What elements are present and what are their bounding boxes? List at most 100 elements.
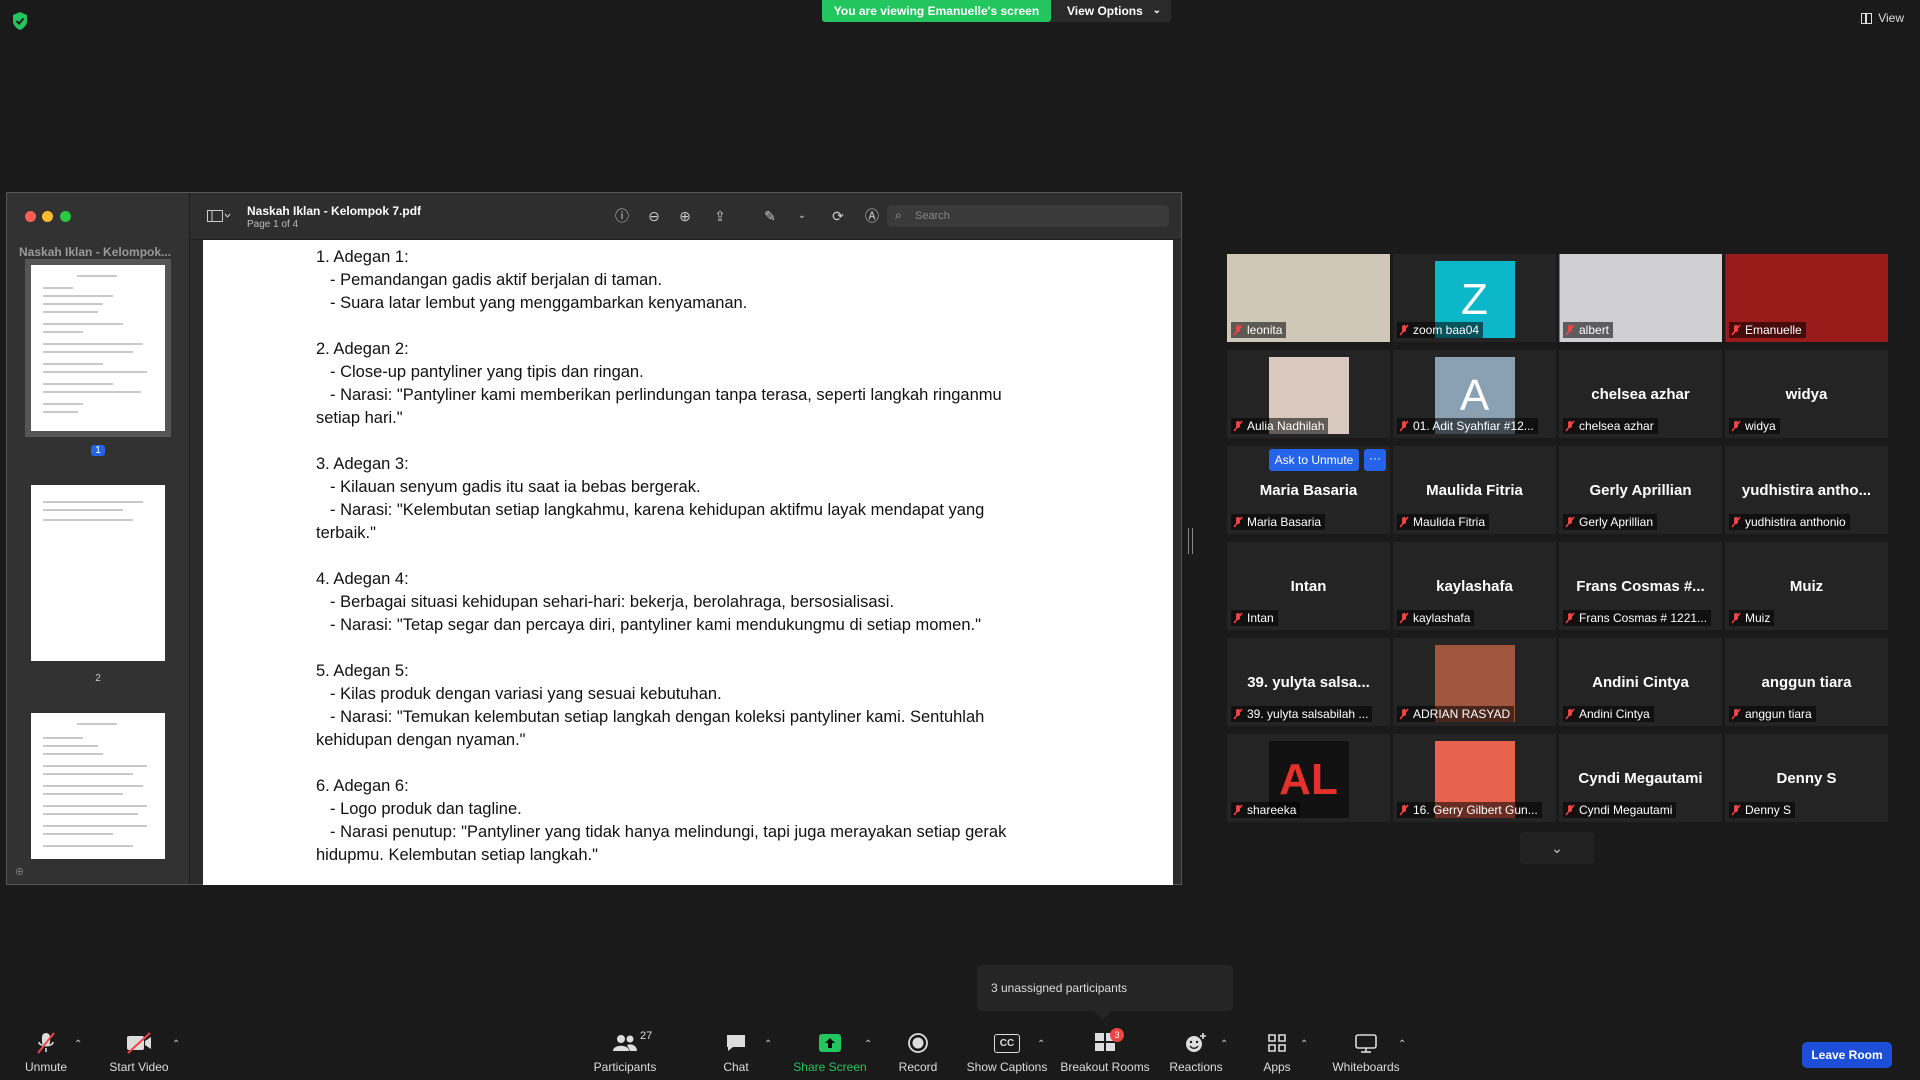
participant-tile[interactable]: 39. yulyta salsa... 39. yulyta salsabilah… bbox=[1227, 638, 1390, 726]
participant-tile[interactable]: Maulida Fitria Maulida Fitria bbox=[1393, 446, 1556, 534]
participant-name-label: zoom baa04 bbox=[1397, 322, 1484, 338]
page-thumbnail-2[interactable] bbox=[31, 485, 165, 661]
participant-tile[interactable]: albert bbox=[1559, 254, 1722, 342]
participant-tile[interactable]: Gerly Aprillian Gerly Aprillian bbox=[1559, 446, 1722, 534]
participant-display-name: Andini Cintya bbox=[1592, 674, 1689, 691]
markup-dropdown-icon[interactable]: ⌄ bbox=[793, 207, 811, 225]
participant-tile[interactable]: Emanuelle bbox=[1725, 254, 1888, 342]
participants-button[interactable]: 27 Participants bbox=[590, 1030, 660, 1074]
participant-tile[interactable]: chelsea azhar chelsea azhar bbox=[1559, 350, 1722, 438]
split-resize-handle[interactable] bbox=[1188, 528, 1193, 554]
minimize-window-button[interactable] bbox=[42, 211, 53, 222]
whiteboards-button[interactable]: Whiteboards bbox=[1330, 1030, 1402, 1074]
scene-line: - Pemandangan gadis aktif berjalan di ta… bbox=[330, 271, 663, 289]
unmute-button[interactable]: Unmute bbox=[22, 1030, 70, 1074]
video-options-caret-icon[interactable]: ⌃ bbox=[172, 1039, 180, 1050]
more-options-button[interactable]: ··· bbox=[1364, 449, 1386, 471]
participant-tile[interactable]: Muiz Muiz bbox=[1725, 542, 1888, 630]
participant-tile[interactable]: Aulia Nadhilah bbox=[1227, 350, 1390, 438]
view-button[interactable]: View bbox=[1861, 11, 1904, 25]
share-options-caret-icon[interactable]: ⌃ bbox=[864, 1039, 872, 1050]
reactions-options-caret-icon[interactable]: ⌃ bbox=[1220, 1039, 1228, 1050]
participant-tile[interactable]: Frans Cosmas #... Frans Cosmas # 1221... bbox=[1559, 542, 1722, 630]
apps-button[interactable]: Apps bbox=[1260, 1030, 1294, 1074]
chat-icon bbox=[727, 1035, 745, 1051]
participant-display-name: yudhistira antho... bbox=[1741, 482, 1872, 499]
apps-options-caret-icon[interactable]: ⌃ bbox=[1300, 1039, 1308, 1050]
show-captions-button[interactable]: CC Show Captions bbox=[966, 1030, 1048, 1074]
page-thumbnail-3[interactable] bbox=[31, 713, 165, 859]
participant-tile[interactable]: Zzoom baa04 bbox=[1393, 254, 1556, 342]
scene-line: - Narasi: "Pantyliner kami memberikan pe… bbox=[330, 386, 1002, 404]
search-icon: ⌕ bbox=[895, 208, 902, 222]
share-icon[interactable]: ⇪ bbox=[711, 207, 729, 225]
muted-mic-icon bbox=[1565, 708, 1575, 720]
scene-heading: 4. Adegan 4: bbox=[316, 570, 409, 588]
pdf-search-field[interactable]: ⌕ Search bbox=[887, 205, 1169, 227]
participant-display-name: Maria Basaria bbox=[1259, 482, 1358, 499]
gallery-next-page-button[interactable]: ⌄ bbox=[1520, 832, 1594, 864]
chat-button[interactable]: Chat bbox=[720, 1030, 752, 1074]
participant-tile[interactable]: Intan Intan bbox=[1227, 542, 1390, 630]
record-button[interactable]: Record bbox=[896, 1030, 940, 1074]
participant-name-label: Cyndi Megautami bbox=[1563, 802, 1677, 818]
start-video-button[interactable]: Start Video bbox=[106, 1030, 172, 1074]
share-screen-button[interactable]: Share Screen bbox=[792, 1030, 868, 1074]
info-icon[interactable]: ⓘ bbox=[613, 207, 631, 225]
chat-options-caret-icon[interactable]: ⌃ bbox=[764, 1039, 772, 1050]
participant-tile[interactable]: widya widya bbox=[1725, 350, 1888, 438]
page-thumbnail-1[interactable] bbox=[25, 259, 171, 437]
fullscreen-window-button[interactable] bbox=[60, 211, 71, 222]
viewing-banner: You are viewing Emanuelle's screen bbox=[822, 0, 1051, 22]
sidebar-toggle-icon[interactable] bbox=[207, 210, 231, 222]
whiteboard-options-caret-icon[interactable]: ⌃ bbox=[1398, 1039, 1406, 1050]
muted-mic-icon bbox=[1731, 804, 1741, 816]
participant-tile[interactable]: Andini Cintya Andini Cintya bbox=[1559, 638, 1722, 726]
muted-mic-icon bbox=[1731, 708, 1741, 720]
participant-name-label: chelsea azhar bbox=[1563, 418, 1658, 434]
rotate-icon[interactable]: ⟳ bbox=[829, 207, 847, 225]
scene-block: 5. Adegan 5: - Kilas produk dengan varia… bbox=[316, 660, 1116, 752]
muted-mic-icon bbox=[1233, 804, 1243, 816]
participant-tile[interactable]: 16. Gerry Gilbert Gun... bbox=[1393, 734, 1556, 822]
muted-mic-icon bbox=[1731, 324, 1741, 336]
participant-tile[interactable]: A 01. Adit Syahfiar #12... bbox=[1393, 350, 1556, 438]
participant-tile[interactable]: ADRIAN RASYAD bbox=[1393, 638, 1556, 726]
scene-block: 6. Adegan 6: - Logo produk dan tagline. … bbox=[316, 775, 1116, 867]
zoom-out-icon[interactable]: ⊖ bbox=[645, 207, 663, 225]
meeting-toolbar: Unmute ⌃ Start Video ⌃ 27 Participants C… bbox=[0, 1020, 1920, 1080]
add-page-icon[interactable]: ⊕ bbox=[15, 865, 24, 878]
close-window-button[interactable] bbox=[25, 211, 36, 222]
participants-label: Participants bbox=[593, 1060, 657, 1074]
pdf-page-text: 1. Adegan 1: - Pemandangan gadis aktif b… bbox=[316, 246, 1116, 885]
muted-mic-icon bbox=[1399, 804, 1409, 816]
participant-display-name: Frans Cosmas #... bbox=[1576, 578, 1705, 595]
participant-tile[interactable]: Cyndi Megautami Cyndi Megautami bbox=[1559, 734, 1722, 822]
participant-name-label: 16. Gerry Gilbert Gun... bbox=[1397, 802, 1542, 818]
muted-mic-icon bbox=[1399, 324, 1409, 336]
scene-line: - Narasi: "Tetap segar dan percaya diri,… bbox=[330, 616, 981, 634]
participant-name-label: Maulida Fitria bbox=[1397, 514, 1490, 530]
leave-room-button[interactable]: Leave Room bbox=[1802, 1042, 1892, 1068]
muted-mic-icon bbox=[1233, 516, 1243, 528]
captions-options-caret-icon[interactable]: ⌃ bbox=[1037, 1039, 1045, 1050]
participant-tile[interactable]: yudhistira antho... yudhistira anthonio bbox=[1725, 446, 1888, 534]
reactions-button[interactable]: Reactions bbox=[1168, 1030, 1224, 1074]
participant-tile[interactable]: leonita bbox=[1227, 254, 1390, 342]
shield-icon[interactable] bbox=[12, 12, 28, 30]
view-options-button[interactable]: View Options ⌄ bbox=[1051, 0, 1171, 22]
breakout-rooms-button[interactable]: 3 Breakout Rooms bbox=[1060, 1027, 1150, 1074]
view-label: View bbox=[1878, 11, 1904, 25]
participant-tile[interactable]: Denny S Denny S bbox=[1725, 734, 1888, 822]
unassigned-participants-tooltip: 3 unassigned participants bbox=[977, 965, 1233, 1011]
audio-options-caret-icon[interactable]: ⌃ bbox=[74, 1039, 82, 1050]
participant-tile[interactable]: kaylashafa kaylashafa bbox=[1393, 542, 1556, 630]
annotate-icon[interactable]: Ⓐ bbox=[863, 207, 881, 225]
participant-tile[interactable]: AL shareeka bbox=[1227, 734, 1390, 822]
ask-to-unmute-button[interactable]: Ask to Unmute bbox=[1269, 449, 1359, 471]
zoom-in-icon[interactable]: ⊕ bbox=[676, 207, 694, 225]
participant-tile[interactable]: anggun tiara anggun tiara bbox=[1725, 638, 1888, 726]
shared-pdf-window: Naskah Iklan - Kelompok 7.pdf Page 1 of … bbox=[6, 192, 1182, 885]
markup-pen-icon[interactable]: ✎ bbox=[761, 207, 779, 225]
scene-line-wrap: hidupmu. Kelembutan setiap langkah." bbox=[316, 846, 598, 864]
